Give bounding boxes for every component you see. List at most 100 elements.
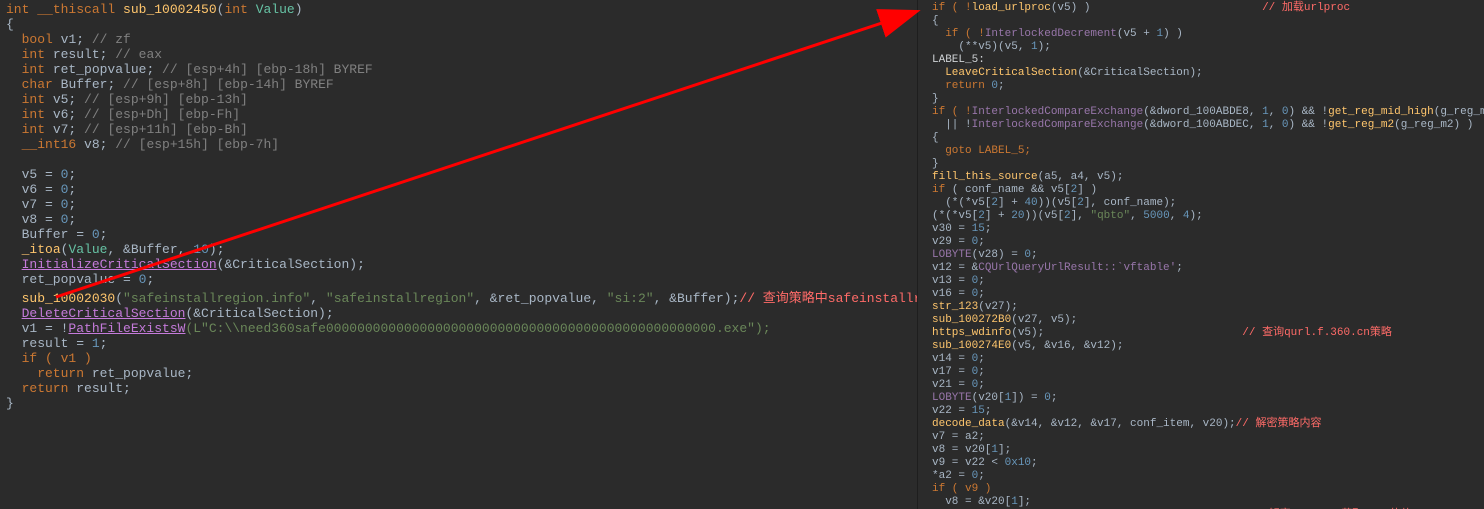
- kw: if ( !: [932, 106, 972, 118]
- arg: ) ): [1163, 28, 1183, 40]
- call: InterlockedCompareExchange: [972, 106, 1144, 118]
- call: https_wdinfo: [932, 327, 1011, 339]
- call: InitializeCriticalSection: [22, 257, 217, 272]
- stmt: ];: [998, 444, 1011, 456]
- tok: Value: [256, 2, 295, 17]
- tok: v5;: [53, 92, 76, 107]
- num: 0: [61, 182, 69, 197]
- num: 10: [193, 242, 209, 257]
- stmt: ;: [1031, 249, 1038, 261]
- call: LOBYTE: [932, 392, 972, 404]
- num: 4: [1183, 210, 1190, 222]
- arg: , &Buffer,: [107, 242, 193, 257]
- tok: __thiscall: [37, 2, 115, 17]
- stmt: v29 =: [932, 236, 972, 248]
- tok: v8;: [84, 137, 107, 152]
- right-code-pane[interactable]: if ( !load_urlproc(v5) ) // 加载urlproc { …: [918, 0, 1484, 509]
- kw: if ( v9 ): [932, 483, 991, 495]
- num: 15: [972, 223, 985, 235]
- tok: v1;: [61, 32, 84, 47]
- stmt: v8 = &v20[: [932, 496, 1011, 508]
- comment-cn: // 查询qurl.f.360.cn策略: [1242, 327, 1392, 339]
- tok: Buffer;: [61, 77, 116, 92]
- tok: char: [22, 77, 53, 92]
- stmt: Buffer =: [6, 227, 92, 242]
- stmt: v17 =: [932, 366, 972, 378]
- ret: return: [6, 381, 76, 396]
- tok: {: [6, 17, 14, 32]
- stmt: ], conf_name);: [1084, 197, 1176, 209]
- call: sub_10002030: [22, 291, 116, 306]
- arg: || !: [932, 119, 972, 131]
- tok: }: [932, 158, 939, 170]
- stmt: v21 =: [932, 379, 972, 391]
- kw: if ( !: [932, 28, 985, 40]
- arg: (v5, &v16, &v12);: [1011, 340, 1123, 352]
- comment-cn: // 解密策略内容: [1236, 418, 1322, 430]
- stmt: (*(*v5[: [932, 210, 978, 222]
- stmt: (**v5)(v5,: [932, 41, 1031, 53]
- tok: __int16: [22, 137, 77, 152]
- num: 0: [61, 167, 69, 182]
- stmt: ))(v5[: [1024, 210, 1064, 222]
- comment: // [esp+Dh] [ebp-Fh]: [76, 107, 240, 122]
- num: 1: [1011, 496, 1018, 508]
- call: decode_data: [932, 418, 1005, 430]
- stmt: result =: [6, 336, 92, 351]
- num: 0: [1282, 106, 1289, 118]
- num: 0: [1044, 392, 1051, 404]
- comment: // zf: [84, 32, 131, 47]
- left-code-pane[interactable]: int __thiscall sub_10002450(int Value) {…: [0, 0, 918, 509]
- sp: [932, 67, 945, 79]
- ret: return: [6, 366, 92, 381]
- arg: ) && !: [1289, 119, 1329, 131]
- stmt: ;: [978, 236, 985, 248]
- stmt: ,: [1130, 210, 1143, 222]
- tok: {: [932, 15, 939, 27]
- call: PathFileExistsW: [68, 321, 185, 336]
- stmt: v1 = !: [6, 321, 68, 336]
- num: 2: [1077, 197, 1084, 209]
- tok: int: [22, 122, 45, 137]
- comment-cn: // 加载urlproc: [1262, 2, 1350, 14]
- num: 0: [61, 212, 69, 227]
- stmt: v9 = v22 <: [932, 457, 1005, 469]
- stmt: ret_popvalue =: [6, 272, 139, 287]
- arg: (g_reg_mid_high,: [1434, 106, 1484, 118]
- kw: if: [932, 184, 952, 196]
- stmt: ,: [1170, 210, 1183, 222]
- num: 0x10: [1005, 457, 1031, 469]
- arg: (v27, v5);: [1011, 314, 1077, 326]
- call: sub_100274E0: [932, 340, 1011, 352]
- arg: (&v14, &v12, &v17, conf_item, v20);: [1005, 418, 1236, 430]
- arg: , &Buffer);: [654, 291, 740, 306]
- num: 0: [972, 353, 979, 365]
- stmt: v14 =: [932, 353, 972, 365]
- arg: (&dword_100ABDEC,: [1143, 119, 1262, 131]
- num: 15: [972, 405, 985, 417]
- arg: ,: [1269, 106, 1282, 118]
- stmt: );: [1038, 41, 1051, 53]
- num: 0: [92, 227, 100, 242]
- stmt: v13 =: [932, 275, 972, 287]
- arg: , &ret_popvalue,: [474, 291, 607, 306]
- arg: ( conf_name && v5[: [952, 184, 1071, 196]
- stmt: ;: [985, 223, 992, 235]
- arg: (v28) =: [972, 249, 1025, 261]
- call: get_reg_mid_high: [1328, 106, 1434, 118]
- tok: ): [295, 2, 303, 17]
- stmt: v12 = &: [932, 262, 978, 274]
- stmt: v8 =: [6, 212, 61, 227]
- call: fill_this_source: [932, 171, 1038, 183]
- str: "si:2": [607, 291, 654, 306]
- stmt: v7 =: [6, 197, 61, 212]
- tok: {: [932, 132, 939, 144]
- tok: int: [6, 2, 29, 17]
- stmt: ];: [1018, 496, 1031, 508]
- id: result;: [76, 381, 131, 396]
- num: 2: [1064, 210, 1071, 222]
- arg: ] ): [1077, 184, 1097, 196]
- num: 2: [978, 210, 985, 222]
- str: "safeinstallregion.info": [123, 291, 310, 306]
- arg: (v5);: [1011, 327, 1044, 339]
